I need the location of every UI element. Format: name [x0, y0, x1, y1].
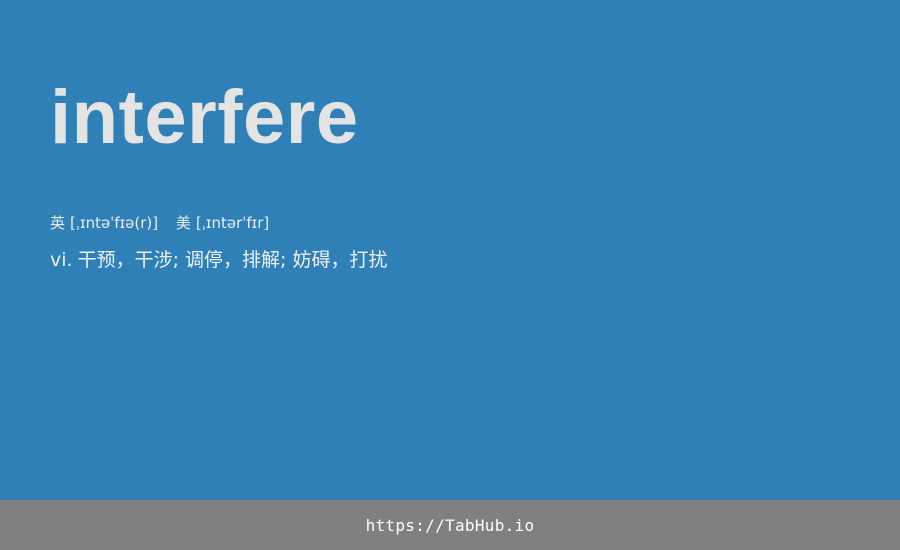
uk-ipa: [ˌɪntəˈfɪə(r)] — [70, 214, 159, 232]
definition-text: 干预，干涉; 调停，排解; 妨碍，打扰 — [77, 249, 388, 271]
us-ipa: [ˌɪntərˈfɪr] — [195, 214, 270, 232]
uk-label: 英 — [50, 214, 66, 232]
pronunciation-row: 英 [ˌɪntəˈfɪə(r)] 美 [ˌɪntərˈfɪr] — [50, 212, 269, 234]
headword: interfere — [50, 75, 359, 160]
definition: vi. 干预，干涉; 调停，排解; 妨碍，打扰 — [50, 246, 387, 274]
tabhub-link[interactable]: https://TabHub.io — [366, 516, 535, 535]
us-label: 美 — [175, 214, 191, 232]
word-card: interfere 英 [ˌɪntəˈfɪə(r)] 美 [ˌɪntərˈfɪr] … — [0, 0, 900, 500]
part-of-speech: vi. — [50, 249, 73, 271]
uk-pronunciation: 英 [ˌɪntəˈfɪə(r)] — [50, 212, 158, 234]
us-pronunciation: 美 [ˌɪntərˈfɪr] — [176, 212, 269, 234]
footer-bar: https://TabHub.io — [0, 500, 900, 550]
